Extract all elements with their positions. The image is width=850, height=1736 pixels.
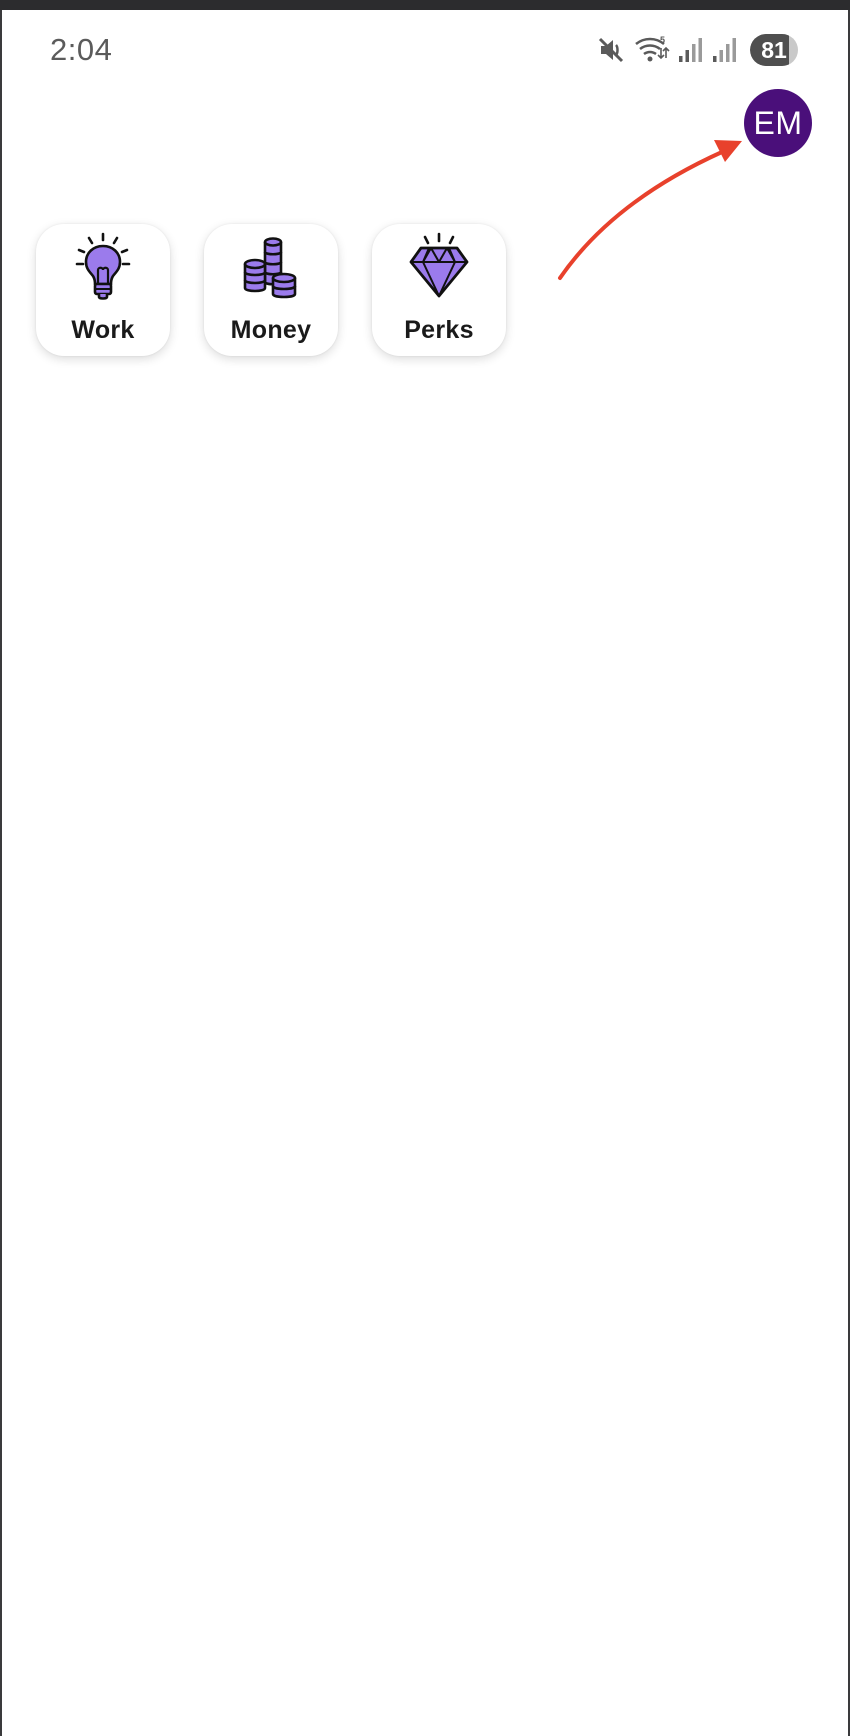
svg-text:5: 5 (660, 35, 665, 45)
tile-label: Work (71, 316, 135, 344)
screen-edge-left (0, 10, 2, 1736)
tile-label: Perks (404, 316, 474, 344)
signal-icon (679, 38, 702, 62)
profile-avatar[interactable]: EM (744, 89, 812, 157)
wifi-icon: 5 (635, 35, 670, 62)
shortcut-tiles: Work Money Perks (36, 224, 506, 356)
mute-icon (598, 37, 624, 63)
top-bezel (0, 0, 850, 10)
lightbulb-icon (75, 232, 131, 300)
status-icons: 5 81 (596, 32, 798, 68)
status-time: 2:04 (50, 32, 113, 67)
tile-money[interactable]: Money (204, 224, 338, 356)
diamond-icon (409, 232, 469, 298)
tile-perks[interactable]: Perks (372, 224, 506, 356)
status-bar: 2:04 5 81 (0, 10, 850, 90)
signal-icon (713, 38, 736, 62)
battery-level: 81 (761, 37, 787, 63)
coins-icon (243, 237, 297, 299)
battery-indicator: 81 (750, 34, 798, 66)
tile-label: Money (230, 316, 312, 344)
tile-work[interactable]: Work (36, 224, 170, 356)
